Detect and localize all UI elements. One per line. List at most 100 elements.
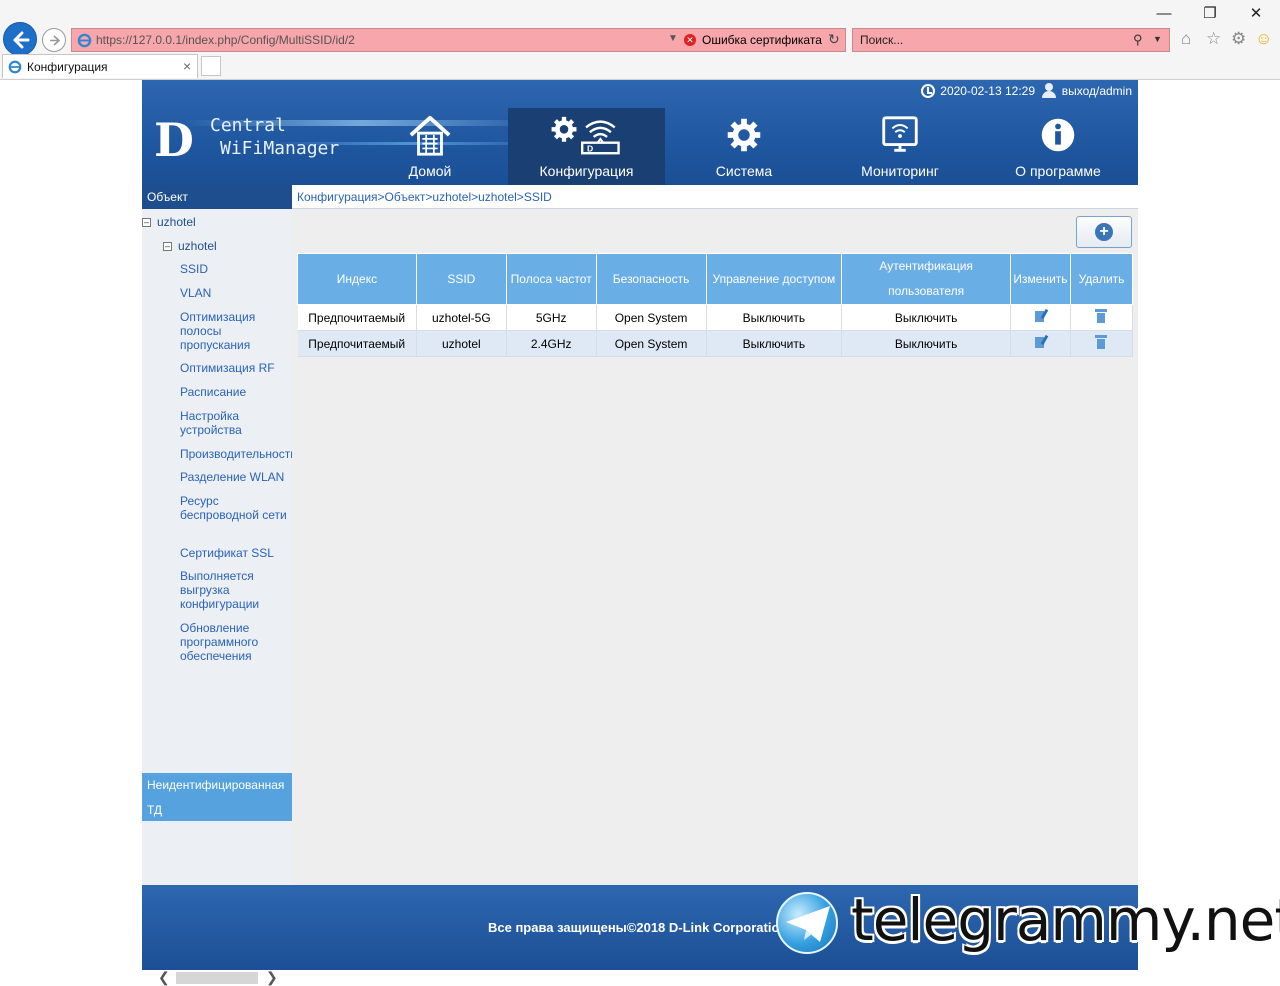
sidebar-item-wlan-partition[interactable]: Разделение WLAN	[180, 470, 292, 484]
forward-button[interactable]	[42, 28, 66, 52]
config-icon: D	[551, 116, 620, 155]
sidebar-item-device-settings[interactable]: Настройка устройства	[180, 409, 292, 437]
cell-delete	[1070, 330, 1134, 357]
top-info: 2020-02-13 12:29 выход/admin	[920, 83, 1132, 99]
plus-icon: +	[1095, 223, 1113, 241]
gear-icon	[727, 118, 761, 152]
col-band: Полоса частот	[505, 253, 597, 305]
address-bar[interactable]: https://127.0.0.1/index.php/Config/Multi…	[71, 28, 846, 52]
sidebar-item-firmware-update[interactable]: Обновление программного обеспечения	[180, 621, 292, 663]
favorites-star-icon[interactable]: ☆	[1206, 29, 1221, 49]
tree-child[interactable]: – uzhotel	[163, 239, 217, 253]
add-ssid-button[interactable]: +	[1076, 216, 1132, 248]
monitor-icon	[882, 116, 918, 152]
sidebar-item-config-upload[interactable]: Выполняется выгрузка конфигурации	[180, 569, 292, 611]
ssid-table: Индекс SSID Полоса частот Безопасность У…	[297, 253, 1134, 357]
menu-system-label: Система	[715, 163, 773, 179]
cell-access-control: Выключить	[706, 304, 843, 331]
collapse-icon[interactable]: –	[163, 242, 172, 252]
new-tab-button[interactable]	[201, 56, 221, 76]
sidebar-item-performance[interactable]: Производительность	[180, 447, 292, 461]
tab-title: Конфигурация	[27, 60, 108, 74]
forward-arrow-icon	[50, 35, 61, 46]
info-icon	[1041, 118, 1075, 152]
cell-user-auth: Выключить	[841, 304, 1012, 331]
sidebar-item-bandwidth[interactable]: Оптимизация полосы пропускания	[180, 310, 292, 352]
restore-button[interactable]: ❐	[1187, 0, 1233, 28]
telegram-logo-icon	[776, 892, 838, 954]
col-security: Безопасность	[595, 253, 707, 305]
browser-chrome: — ❐ ✕ https://127.0.0.1/index.php/Config…	[0, 0, 1280, 80]
sidebar-item-schedule[interactable]: Расписание	[180, 385, 292, 399]
cell-ssid: uzhotel	[416, 330, 507, 357]
browser-tab[interactable]: Конфигурация ×	[2, 54, 198, 78]
trash-icon[interactable]	[1095, 309, 1108, 323]
edit-icon[interactable]	[1034, 335, 1048, 349]
cell-band: 5GHz	[506, 304, 597, 331]
menu-configuration[interactable]: D Конфигурация	[508, 108, 665, 185]
unidentified-line1: Неидентифицированная	[147, 778, 285, 792]
breadcrumb[interactable]: Конфигурация>Объект>uzhotel>uzhotel>SSID	[297, 190, 552, 204]
trash-icon[interactable]	[1095, 335, 1108, 349]
minimize-button[interactable]: —	[1141, 0, 1187, 28]
app-header: D Central WiFiManager 2020-02-13 12:29 в…	[142, 80, 1138, 185]
search-input[interactable]: Поиск... ⚲ ▼	[852, 28, 1170, 52]
back-button[interactable]	[3, 22, 37, 56]
table-row: Предпочитаемый uzhotel-5G 5GHz Open Syst…	[297, 304, 1134, 331]
copyright-text: Все права защищены©2018 D-Link Corporati…	[488, 920, 788, 935]
edit-icon[interactable]	[1034, 309, 1048, 323]
ie-icon	[77, 33, 92, 48]
menu-system[interactable]: Система	[698, 108, 790, 185]
sidebar-item-rf[interactable]: Оптимизация RF	[180, 361, 292, 375]
tab-ie-icon	[8, 60, 22, 74]
scroll-left-icon[interactable]: ❮	[158, 969, 170, 986]
datetime: 2020-02-13 12:29	[940, 83, 1036, 98]
sidebar: Объект – uzhotel – uzhotel SSID VLAN Оптим…	[142, 185, 292, 985]
back-arrow-icon	[13, 31, 30, 49]
menu-about[interactable]: О программе	[1002, 108, 1114, 185]
menu-monitoring-label: Мониторинг	[861, 163, 939, 179]
breadcrumb-bar: Конфигурация>Объект>uzhotel>uzhotel>SSID	[292, 185, 1138, 209]
sidebar-item-wireless-resource[interactable]: Ресурс беспроводной сети	[180, 494, 292, 522]
cell-edit	[1010, 330, 1071, 357]
menu-home[interactable]: Домой	[392, 108, 468, 185]
col-delete: Удалить	[1069, 253, 1134, 305]
scroll-thumb[interactable]	[176, 972, 258, 984]
home-toolbar-icon[interactable]: ⌂	[1181, 29, 1191, 49]
paper-plane-icon	[786, 906, 830, 942]
cert-error-text[interactable]: Ошибка сертификата	[702, 33, 822, 47]
watermark: telegrammy.net	[776, 886, 1280, 962]
cell-security: Open System	[596, 330, 707, 357]
sidebar-item-vlan[interactable]: VLAN	[180, 286, 292, 300]
cell-delete	[1070, 304, 1134, 331]
logo-text-wifimanager: WiFiManager	[220, 138, 340, 159]
address-dropdown-icon[interactable]: ▼	[668, 33, 678, 44]
smiley-feedback-icon[interactable]: ☺	[1255, 29, 1272, 49]
close-window-button[interactable]: ✕	[1233, 0, 1279, 28]
cell-index: Предпочитаемый	[297, 304, 417, 331]
collapse-icon[interactable]: –	[142, 218, 151, 228]
watermark-text: telegrammy.net	[851, 886, 1280, 954]
cell-security: Open System	[596, 304, 707, 331]
refresh-icon[interactable]: ↻	[828, 31, 840, 48]
search-icon[interactable]: ⚲	[1133, 32, 1143, 48]
user-icon	[1042, 83, 1057, 99]
logo-text-central: Central	[210, 115, 286, 136]
sidebar-unidentified-ap[interactable]: Неидентифицированная ТД	[142, 773, 292, 821]
dlink-logo: D	[154, 113, 194, 167]
search-dropdown-icon[interactable]: ▼	[1153, 34, 1162, 44]
logout-link[interactable]: выход/admin	[1062, 84, 1132, 98]
tree-root[interactable]: – uzhotel	[142, 215, 196, 229]
sidebar-item-ssl-cert[interactable]: Сертификат SSL	[180, 546, 292, 560]
cell-user-auth: Выключить	[841, 330, 1012, 357]
tree-root-label: uzhotel	[157, 215, 196, 229]
tab-close-icon[interactable]: ×	[183, 58, 191, 74]
menu-configuration-label: Конфигурация	[539, 163, 634, 179]
cell-access-control: Выключить	[706, 330, 843, 357]
sidebar-item-ssid[interactable]: SSID	[180, 262, 292, 276]
menu-monitoring[interactable]: Мониторинг	[848, 108, 952, 185]
cell-band: 2.4GHz	[506, 330, 597, 357]
sidebar-header: Объект	[142, 185, 292, 209]
scroll-right-icon[interactable]: ❯	[266, 969, 278, 986]
settings-gear-icon[interactable]: ⚙	[1231, 29, 1246, 49]
